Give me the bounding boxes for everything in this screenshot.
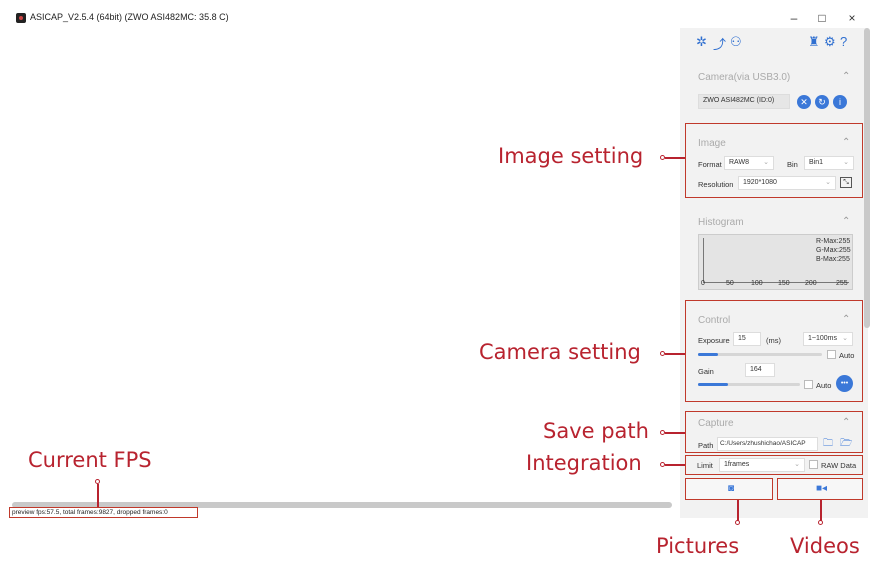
path-field[interactable]: C:/Users/zhushichao/ASICAP — [717, 437, 818, 451]
chevron-up-icon[interactable]: ⌃ — [842, 417, 850, 428]
maximize-button[interactable]: □ — [808, 8, 836, 28]
hist-tick: 255 — [836, 280, 848, 287]
camera-icon: ◙ — [728, 483, 735, 494]
limit-select[interactable]: 1frames ⌄ — [719, 458, 805, 472]
annotation-line — [97, 484, 99, 507]
exposure-auto-checkbox[interactable] — [827, 350, 836, 359]
exposure-slider[interactable] — [698, 353, 822, 356]
help-icon[interactable]: ? — [840, 34, 847, 49]
exposure-input[interactable]: 15 — [733, 332, 761, 346]
resolution-value: 1920*1080 — [743, 179, 777, 186]
chevron-up-icon[interactable]: ⌃ — [842, 216, 850, 227]
annotation-line — [820, 500, 822, 522]
video-button[interactable]: ■◂ — [777, 478, 863, 500]
histogram-x-axis — [703, 282, 849, 283]
telescope-icon[interactable]: ⤴ — [713, 34, 726, 53]
camera-section-title: Camera(via USB3.0) — [698, 72, 791, 83]
app-icon — [16, 13, 26, 23]
annotation-line — [665, 157, 685, 159]
video-camera-icon: ■◂ — [816, 483, 828, 494]
exposure-range-value: 1~100ms — [808, 335, 837, 342]
close-button[interactable]: × — [838, 8, 866, 28]
chevron-down-icon: ⌄ — [763, 159, 769, 166]
annotation-image-setting: Image setting — [498, 144, 644, 168]
hist-tick: 100 — [751, 280, 763, 287]
resolution-select[interactable]: 1920*1080 ⌄ — [738, 176, 836, 190]
more-options-button[interactable]: ••• — [836, 375, 853, 392]
chevron-down-icon: ⌄ — [843, 159, 849, 166]
hist-tick: 150 — [778, 280, 790, 287]
gain-auto-label: Auto — [816, 381, 832, 390]
chevron-up-icon[interactable]: ⌃ — [842, 314, 850, 325]
window-title: ASICAP_V2.5.4 (64bit) (ZWO ASI482MC: 35.… — [30, 12, 229, 22]
exposure-auto-label: Auto — [839, 351, 855, 360]
gain-slider[interactable] — [698, 383, 800, 386]
exposure-unit: (ms) — [766, 336, 781, 345]
annotation-integration: Integration — [526, 451, 642, 475]
histogram-y-axis — [703, 238, 704, 282]
annotation-line — [665, 432, 685, 434]
refresh-icon[interactable]: ↻ — [815, 95, 829, 109]
annotation-line — [737, 500, 739, 522]
annotation-current-fps: Current FPS — [28, 448, 152, 472]
picture-button[interactable]: ◙ — [685, 478, 773, 500]
bin-select[interactable]: Bin1 ⌄ — [804, 156, 854, 170]
exposure-label: Exposure — [698, 336, 730, 345]
settings-wheel-icon[interactable]: ✲ — [696, 34, 707, 50]
hist-tick: 0 — [701, 280, 705, 287]
camera-device-field[interactable]: ZWO ASI482MC (ID:0) — [698, 94, 790, 109]
fullscreen-icon[interactable]: ⤡ — [840, 177, 852, 188]
chevron-up-icon[interactable]: ⌃ — [842, 71, 850, 82]
folder-select-icon[interactable]: 🗀 — [823, 436, 833, 453]
gain-auto-checkbox[interactable] — [804, 380, 813, 389]
r-max-label: R-Max:255 — [816, 238, 851, 245]
format-label: Format — [698, 160, 722, 169]
annotation-save-path: Save path — [543, 419, 649, 443]
chevron-down-icon: ⌄ — [794, 461, 800, 468]
annotation-camera-setting: Camera setting — [479, 340, 641, 364]
b-max-label: B-Max:255 — [816, 256, 850, 263]
user-icon[interactable]: ⚇ — [730, 34, 742, 50]
panel-scrollbar[interactable] — [864, 28, 870, 328]
status-bar: preview fps:57.5, total frames:9827, dro… — [9, 507, 198, 518]
gear-icon[interactable]: ⚙ — [824, 34, 836, 50]
image-section-title: Image — [698, 138, 726, 149]
bin-value: Bin1 — [809, 159, 824, 166]
gain-slider-fill — [698, 383, 728, 386]
control-section-title: Control — [698, 315, 731, 326]
annotation-line — [665, 464, 685, 466]
exposure-slider-fill — [698, 353, 718, 356]
chevron-down-icon: ⌄ — [842, 335, 848, 342]
bin-label: Bin — [787, 160, 798, 169]
minimize-button[interactable]: – — [780, 8, 808, 28]
hist-tick: 200 — [805, 280, 817, 287]
annotation-videos: Videos — [790, 534, 860, 558]
chevron-up-icon[interactable]: ⌃ — [842, 137, 850, 148]
limit-value: 1frames — [724, 461, 750, 468]
shirt-icon[interactable]: ♜ — [808, 34, 820, 50]
annotation-line — [665, 353, 685, 355]
annotation-pictures: Pictures — [656, 534, 740, 558]
raw-data-label: RAW Data — [821, 461, 857, 470]
capture-section-title: Capture — [698, 418, 734, 429]
folder-open-icon[interactable]: 🗁 — [840, 436, 852, 453]
resolution-label: Resolution — [698, 180, 734, 189]
histogram-section-title: Histogram — [698, 217, 744, 228]
format-select[interactable]: RAW8 ⌄ — [724, 156, 774, 170]
exposure-range-select[interactable]: 1~100ms ⌄ — [803, 332, 853, 346]
path-label: Path — [698, 441, 714, 450]
gain-input[interactable]: 164 — [745, 363, 775, 377]
chevron-down-icon: ⌄ — [825, 179, 831, 186]
g-max-label: G-Max:255 — [816, 247, 851, 254]
limit-label: Limit — [697, 461, 713, 470]
annotation-dot — [818, 520, 823, 525]
hist-tick: 50 — [726, 280, 734, 287]
gain-label: Gain — [698, 367, 714, 376]
disconnect-icon[interactable]: ✕ — [797, 95, 811, 109]
format-value: RAW8 — [729, 159, 749, 166]
raw-data-checkbox[interactable] — [809, 460, 818, 469]
annotation-dot — [735, 520, 740, 525]
info-icon[interactable]: i — [833, 95, 847, 109]
